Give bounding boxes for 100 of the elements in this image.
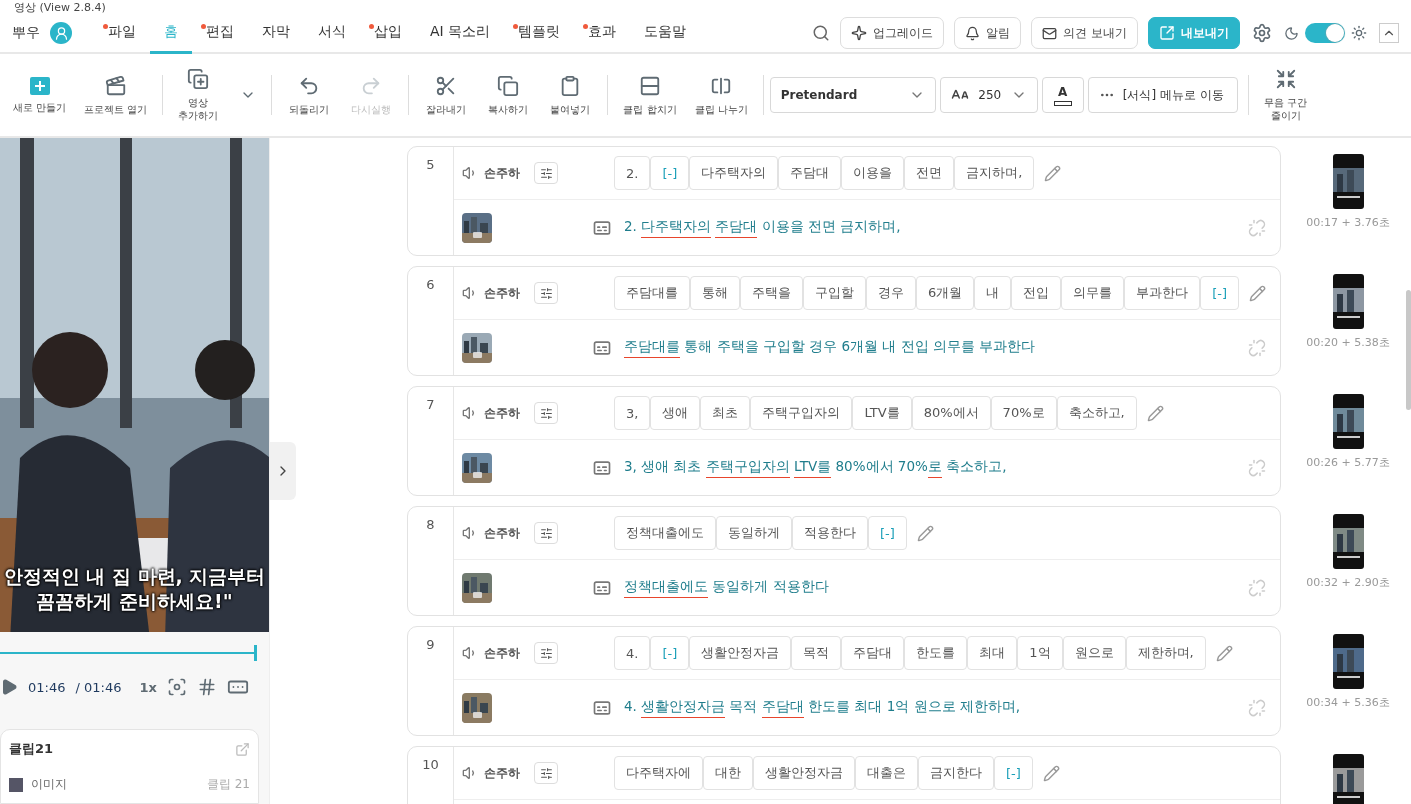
word-chip[interactable]: 생활안정자금 <box>689 636 792 670</box>
word-chip[interactable]: 최대 <box>967 636 1018 670</box>
collapse-ribbon-button[interactable] <box>1379 23 1399 43</box>
feedback-button[interactable]: 의견 보내기 <box>1031 17 1138 49</box>
word-chip[interactable]: 구입할 <box>803 276 866 310</box>
word-chip[interactable]: 대출은 <box>855 756 918 790</box>
word-chip[interactable]: 1억 <box>1017 636 1063 670</box>
subtitle-caption: 꼼꼼하게 준비하세요!" <box>36 588 233 614</box>
voice-settings-button[interactable] <box>534 402 558 424</box>
word-chip[interactable]: 생활안정자금 <box>753 756 855 790</box>
unlink-icon[interactable] <box>1248 458 1266 477</box>
word-chip[interactable]: 이용을 <box>841 156 905 190</box>
text-color-button[interactable]: A <box>1041 77 1084 113</box>
word-chip[interactable]: 80%에서 <box>911 396 991 430</box>
unlink-icon[interactable] <box>1248 578 1266 597</box>
edit-icon[interactable] <box>916 524 934 542</box>
theme-toggle[interactable] <box>1305 23 1345 43</box>
sliders-icon <box>539 286 553 300</box>
voice-settings-button[interactable] <box>534 282 558 304</box>
open-external-icon[interactable] <box>235 741 250 757</box>
screenshot-icon[interactable] <box>166 677 187 698</box>
word-chip[interactable]: 전면 <box>904 156 955 190</box>
add-tool-button[interactable]: 영상 추가하기 <box>169 68 266 122</box>
word-chip[interactable]: 동일하게 <box>716 516 792 550</box>
font-size-select[interactable]: 250 <box>939 77 1038 113</box>
word-chip[interactable]: 2. <box>614 156 651 190</box>
search-icon[interactable] <box>812 24 831 42</box>
progress-track[interactable] <box>0 644 257 661</box>
word-chip[interactable]: 축소하고, <box>1056 396 1137 430</box>
word-chip[interactable]: 3, <box>614 396 651 430</box>
word-chip[interactable]: 다주택자에 <box>614 756 703 790</box>
word-chip[interactable]: 주택구입자의 <box>750 396 853 430</box>
menu-tab[interactable]: 효과 <box>574 12 631 54</box>
voice-settings-button[interactable] <box>534 522 558 544</box>
word-chip[interactable]: 금지하며, <box>954 156 1035 190</box>
menu-tab[interactable]: 삽입 <box>360 12 416 54</box>
menu-tab[interactable]: 도움말 <box>630 12 701 54</box>
voice-settings-button[interactable] <box>534 642 558 664</box>
word-chip[interactable]: 다주택자의 <box>689 156 779 190</box>
word-chip[interactable]: 원으로 <box>1062 636 1126 670</box>
alerts-button[interactable]: 알림 <box>954 17 1022 49</box>
font-select[interactable]: Pretendard <box>769 77 936 113</box>
menu-tab[interactable]: 파일 <box>94 12 150 54</box>
menu-tab[interactable]: 서식 <box>304 12 360 54</box>
clip-number: 5 <box>408 147 454 255</box>
word-chip[interactable]: 생애 <box>650 396 701 430</box>
word-chip[interactable]: 주담대 <box>841 636 905 670</box>
cut-tool-button[interactable]: 잘라내기 <box>415 74 478 116</box>
copy-tool-button[interactable]: 복사하기 <box>477 74 540 116</box>
word-chip[interactable]: 통해 <box>690 276 740 310</box>
word-chip[interactable]: 적용한다 <box>792 516 868 550</box>
word-chip[interactable]: 4. <box>614 636 651 670</box>
undo-tool-button[interactable]: 되돌리기 <box>278 74 341 116</box>
word-chip[interactable]: 내 <box>974 276 1012 310</box>
voice-settings-button[interactable] <box>534 162 558 184</box>
edit-icon[interactable] <box>1044 164 1062 182</box>
format-menu-button[interactable]: [서식] 메뉴로 이동 <box>1087 77 1238 113</box>
play-icon[interactable] <box>0 678 18 697</box>
voice-settings-button[interactable] <box>534 762 558 784</box>
moon-icon <box>1284 25 1299 41</box>
word-chip[interactable]: 6개월 <box>916 276 975 310</box>
unlink-icon[interactable] <box>1248 218 1266 237</box>
paste-tool-button[interactable]: 붙여넣기 <box>539 74 602 116</box>
word-chip[interactable]: 주담대를 <box>614 276 690 310</box>
menu-tab[interactable]: 자막 <box>248 12 304 54</box>
word-chip[interactable]: LTV를 <box>852 396 912 430</box>
new-tool-button[interactable]: 새로 만들기 <box>4 76 76 114</box>
menu-tab[interactable]: 템플릿 <box>504 12 575 54</box>
word-chip[interactable]: 금지한다 <box>918 756 994 790</box>
word-chip[interactable]: 전입 <box>1011 276 1062 310</box>
merge-tool-button[interactable]: 클립 합치기 <box>614 74 686 116</box>
silence-tool-button[interactable]: 무음 구간 줄이기 <box>1254 68 1317 122</box>
progress-handle[interactable] <box>254 644 257 661</box>
word-chip[interactable]: 의무를 <box>1061 276 1125 310</box>
speed-button[interactable]: 1x <box>139 679 157 695</box>
word-chip[interactable]: 경우 <box>866 276 916 310</box>
upgrade-button[interactable]: 업그레이드 <box>840 17 945 49</box>
split-tool-button[interactable]: 클립 나누기 <box>685 74 757 116</box>
edit-icon[interactable] <box>1042 764 1060 782</box>
unlink-icon[interactable] <box>1248 698 1266 717</box>
word-chip[interactable]: 부과한다 <box>1124 276 1201 310</box>
edit-icon[interactable] <box>1146 404 1164 422</box>
word-chip[interactable]: 주택을 <box>740 276 803 310</box>
word-chip[interactable]: 대한 <box>703 756 753 790</box>
edit-icon[interactable] <box>1215 644 1233 662</box>
clip-time: 00:26 + 5.77초 <box>1306 455 1390 470</box>
word-chip[interactable]: 한도를 <box>904 636 968 670</box>
word-chip[interactable]: 정책대출에도 <box>614 516 716 550</box>
word-chip[interactable]: 주담대 <box>778 156 842 190</box>
edit-icon[interactable] <box>1249 284 1267 302</box>
word-chip[interactable]: 최초 <box>700 396 751 430</box>
word-chip[interactable]: 제한하며, <box>1125 636 1206 670</box>
word-chip[interactable]: 목적 <box>791 636 842 670</box>
menu-tab[interactable]: 편집 <box>192 12 248 54</box>
open-tool-button[interactable]: 프로젝트 열기 <box>75 74 157 116</box>
word-chip[interactable]: 70%로 <box>990 396 1057 430</box>
avatar-icon[interactable] <box>50 22 72 44</box>
settings-icon[interactable] <box>1252 23 1272 43</box>
menu-tab[interactable]: AI 목소리 <box>416 12 505 54</box>
unlink-icon[interactable] <box>1248 338 1266 357</box>
